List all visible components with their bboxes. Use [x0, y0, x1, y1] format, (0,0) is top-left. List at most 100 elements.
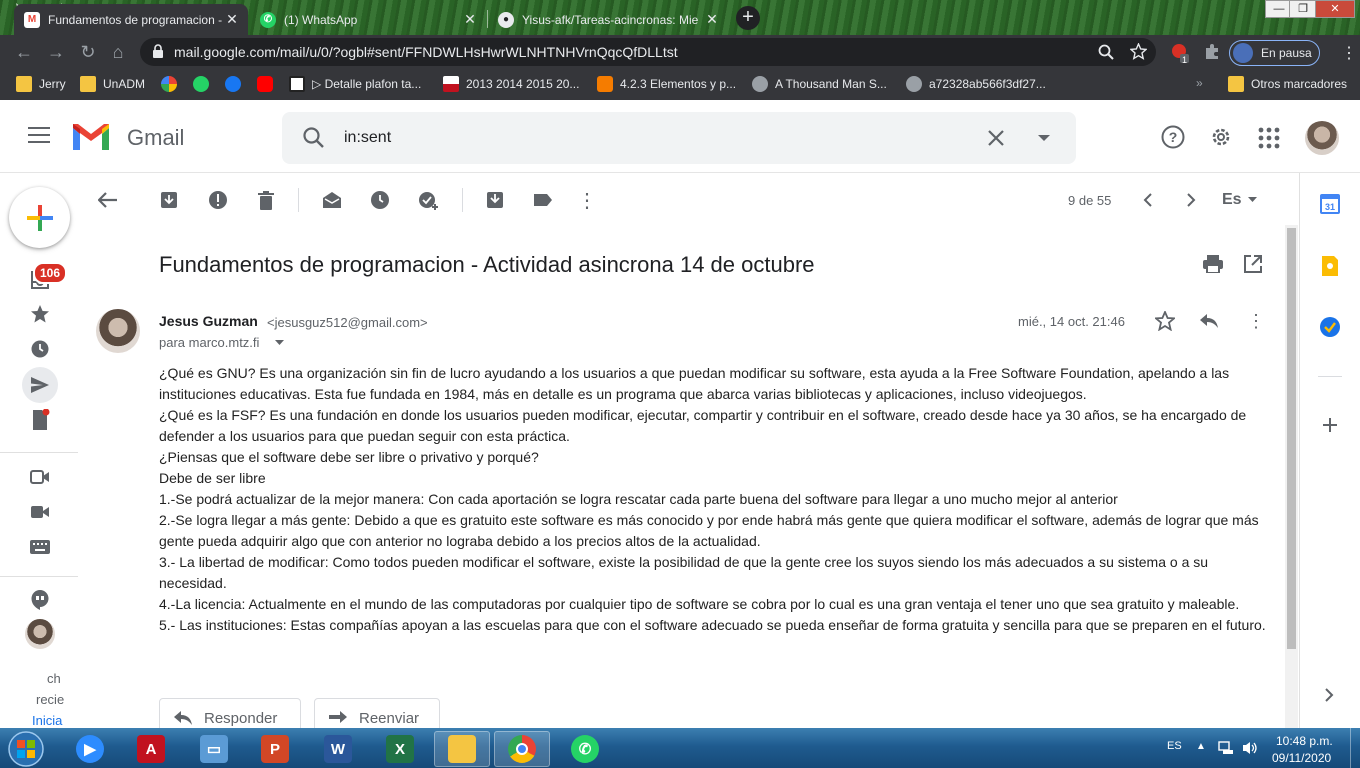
extensions-puzzle-icon[interactable] — [1203, 43, 1221, 61]
close-tab-icon[interactable]: ✕ — [702, 11, 722, 28]
new-tab-button[interactable]: + — [736, 6, 760, 30]
newer-chevron-left-icon[interactable] — [1137, 189, 1159, 211]
taskbar-explorer[interactable] — [434, 731, 490, 767]
expand-panel-chevron-icon[interactable] — [1323, 687, 1343, 707]
profile-paused-button[interactable]: En pausa — [1229, 40, 1320, 66]
address-bar[interactable]: mail.google.com/mail/u/0/?ogbl#sent/FFND… — [140, 38, 1156, 66]
sender-avatar[interactable] — [96, 309, 140, 353]
print-icon[interactable] — [1203, 255, 1223, 273]
start-button[interactable] — [4, 729, 48, 768]
add-to-tasks-icon[interactable] — [418, 189, 440, 211]
inbox-unread-badge: 106 — [33, 262, 68, 284]
meet-new-meeting-icon[interactable] — [28, 465, 52, 489]
taskbar-chrome[interactable] — [494, 731, 550, 767]
snooze-icon[interactable] — [369, 189, 391, 211]
volume-icon[interactable] — [1242, 741, 1258, 755]
bookmark-elementos[interactable]: 4.2.3 Elementos y p... — [597, 76, 736, 92]
drive-app-icon: ▭ — [200, 735, 228, 763]
browser-menu-icon[interactable]: ⋮ — [1341, 43, 1357, 63]
input-language-selector[interactable]: Es — [1222, 191, 1242, 209]
taskbar-powerpoint[interactable]: P — [247, 731, 303, 767]
back-icon[interactable]: ← — [12, 40, 36, 64]
bookmark-thousand-man[interactable]: A Thousand Man S... — [752, 76, 887, 92]
tab-gmail[interactable]: M Fundamentos de programacion - ✕ — [14, 4, 248, 35]
help-icon[interactable]: ? — [1160, 124, 1186, 150]
bookmark-a72328[interactable]: a72328ab566f3df27... — [906, 76, 1046, 92]
tab-github[interactable]: ● Yisus-afk/Tareas-acincronas: Mie ✕ — [488, 4, 728, 35]
bookmark-google[interactable] — [161, 76, 184, 92]
search-icon[interactable] — [302, 126, 326, 150]
close-window-button[interactable]: ✕ — [1315, 0, 1355, 18]
message-subject: Fundamentos de programacion - Actividad … — [159, 252, 815, 277]
close-tab-icon[interactable]: ✕ — [222, 11, 242, 28]
bookmark-youtube[interactable] — [257, 76, 280, 92]
tab-whatsapp[interactable]: ✆ (1) WhatsApp ✕ — [250, 4, 486, 35]
message-more-options-icon[interactable]: ⋮ — [1247, 311, 1265, 332]
bookmark-detalle-plafon[interactable]: ▷ Detalle plafon ta... — [289, 76, 421, 92]
home-icon[interactable]: ⌂ — [106, 40, 130, 64]
taskbar-excel[interactable]: X — [372, 731, 428, 767]
calendar-icon[interactable]: 31 — [1320, 194, 1340, 214]
older-chevron-right-icon[interactable] — [1180, 189, 1202, 211]
network-icon[interactable] — [1218, 741, 1234, 755]
report-spam-icon[interactable] — [207, 189, 229, 211]
close-tab-icon[interactable]: ✕ — [460, 11, 480, 28]
taskbar-whatsapp[interactable]: ✆ — [557, 731, 613, 767]
scrollbar-thumb[interactable] — [1287, 228, 1296, 649]
settings-gear-icon[interactable] — [1208, 124, 1234, 150]
snoozed-clock-icon[interactable] — [28, 337, 52, 361]
forward-icon[interactable]: → — [44, 40, 68, 64]
restore-window-button[interactable]: ❐ — [1289, 0, 1317, 18]
delete-trash-icon[interactable] — [255, 189, 277, 211]
more-options-icon[interactable]: ⋮ — [576, 189, 598, 212]
account-avatar[interactable] — [1305, 121, 1339, 155]
bookmark-label: 2013 2014 2015 20... — [466, 77, 580, 91]
back-to-list-icon[interactable] — [97, 189, 119, 211]
drafts-icon[interactable] — [28, 408, 52, 432]
show-details-icon[interactable] — [275, 340, 284, 345]
keep-icon[interactable] — [1320, 256, 1340, 276]
compose-button[interactable] — [9, 187, 70, 248]
hangouts-icon[interactable] — [28, 588, 52, 612]
input-language-indicator[interactable]: ES — [1167, 740, 1182, 752]
bookmark-whatsapp[interactable] — [193, 76, 216, 92]
archive-icon[interactable] — [158, 189, 180, 211]
more-bookmarks-icon[interactable]: » — [1196, 76, 1203, 90]
starred-icon[interactable] — [28, 302, 52, 326]
move-to-icon[interactable] — [484, 189, 506, 211]
reply-icon[interactable] — [1199, 313, 1219, 329]
clock-time[interactable]: 10:48 p.m. — [1276, 734, 1333, 748]
taskbar-autocad[interactable]: A — [123, 731, 179, 767]
label-icon[interactable] — [532, 189, 554, 211]
taskbar-word[interactable]: W — [310, 731, 366, 767]
zoom-icon[interactable] — [1098, 44, 1114, 60]
get-addons-plus-icon[interactable] — [1320, 415, 1340, 435]
main-menu-icon[interactable] — [28, 127, 50, 145]
keyboard-icon[interactable] — [28, 535, 52, 559]
clock-date[interactable]: 09/11/2020 — [1272, 751, 1331, 765]
bookmark-otros-marcadores[interactable]: Otros marcadores — [1228, 76, 1347, 92]
bookmark-unadm[interactable]: UnADM — [80, 76, 145, 92]
clear-search-icon[interactable] — [986, 128, 1006, 148]
open-new-window-icon[interactable] — [1244, 255, 1262, 273]
show-hidden-icons-icon[interactable]: ▲ — [1196, 741, 1206, 752]
tasks-icon[interactable] — [1320, 317, 1340, 337]
star-icon[interactable] — [1155, 311, 1175, 331]
hangouts-user-avatar[interactable] — [25, 619, 55, 649]
language-dropdown-icon[interactable] — [1248, 197, 1257, 202]
search-input[interactable] — [344, 129, 944, 147]
search-options-icon[interactable] — [1037, 134, 1051, 142]
bookmark-2013-2014[interactable]: 2013 2014 2015 20... — [443, 76, 579, 92]
rail-start-link[interactable]: Inicia — [32, 713, 62, 728]
bookmark-jerry[interactable]: Jerry — [16, 76, 66, 92]
taskbar-zoom[interactable]: ▶ — [62, 731, 118, 767]
bookmark-facebook[interactable] — [225, 76, 248, 92]
taskbar-drive[interactable]: ▭ — [186, 731, 242, 767]
show-desktop-button[interactable] — [1350, 728, 1360, 768]
meet-join-icon[interactable] — [28, 500, 52, 524]
reload-icon[interactable]: ↻ — [76, 40, 100, 64]
mark-unread-icon[interactable] — [321, 189, 343, 211]
bookmark-star-icon[interactable] — [1130, 43, 1147, 60]
apps-grid-icon[interactable] — [1258, 127, 1284, 153]
sent-icon[interactable] — [28, 373, 52, 397]
